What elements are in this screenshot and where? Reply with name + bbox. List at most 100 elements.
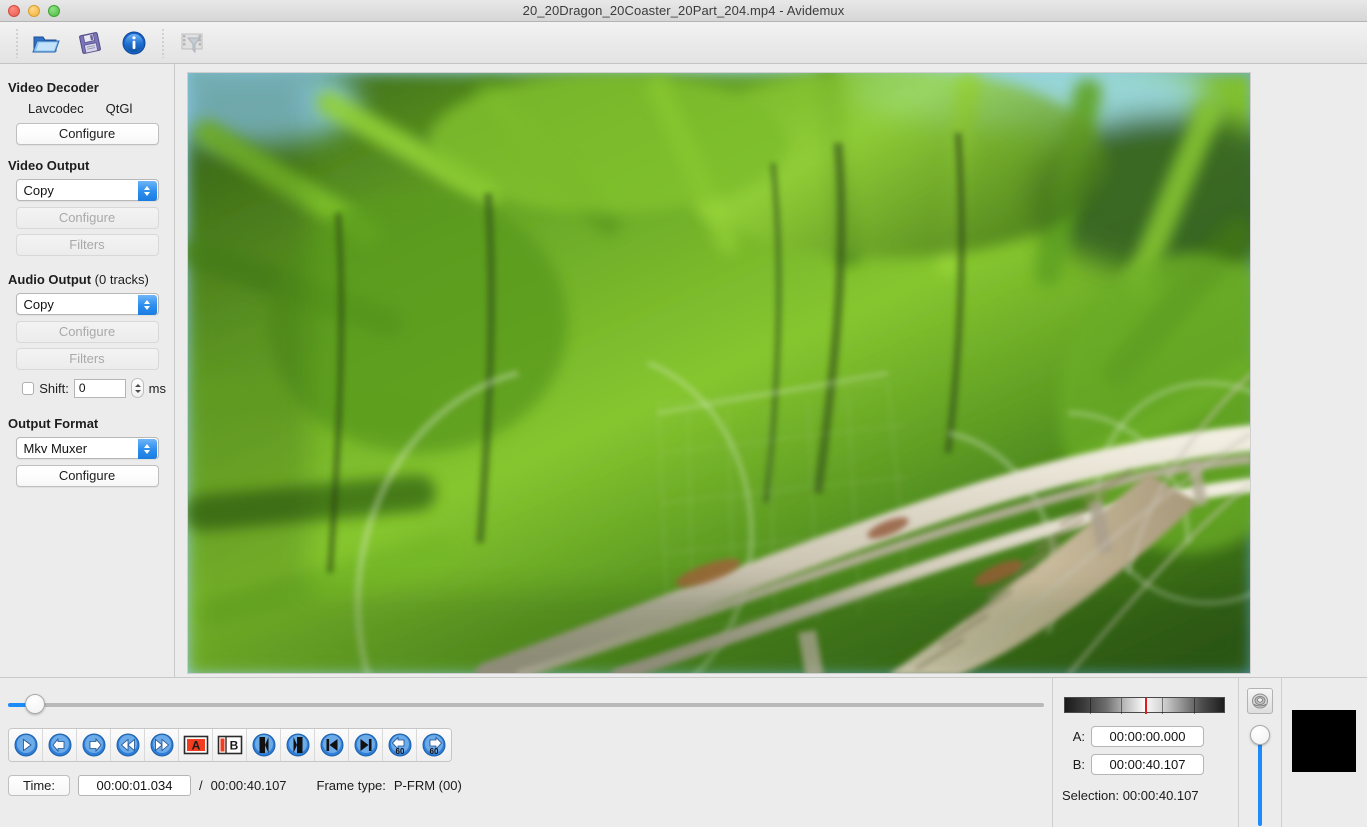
video-decoder-info: Lavcodec QtGl [8,101,166,116]
prev-keyframe-icon [320,733,343,757]
marker-b-input[interactable]: 00:00:40.107 [1091,754,1204,775]
video-decoder-configure-button[interactable]: Configure [15,123,159,145]
volume-slider-track[interactable] [1258,734,1262,826]
svg-text:B: B [229,739,238,753]
marker-a-input[interactable]: 00:00:00.000 [1091,726,1204,747]
back-60-icon: 60 [388,733,411,757]
frame-type-value: P-FRM (00) [393,778,462,793]
decoder-renderer-name: QtGl [105,101,133,116]
rewind-double-icon [116,733,139,757]
seek-slider[interactable] [8,694,1044,716]
previous-keyframe-button[interactable] [315,729,349,761]
forward-button[interactable] [145,729,179,761]
properties-button[interactable] [112,26,156,60]
next-keyframe-icon [354,733,377,757]
bottom-panel: A B 60 60 Time: 00:00:01.034 / 00:00:40.… [0,677,1367,827]
close-window-button[interactable] [8,5,20,17]
video-frame[interactable] [187,72,1251,674]
save-floppy-icon [79,31,101,54]
forward-60-icon: 60 [422,733,446,757]
left-sidebar: Video Decoder Lavcodec QtGl Configure Vi… [0,64,175,677]
arrow-right-circle-icon [82,733,105,757]
save-button[interactable] [68,26,112,60]
audio-output-codec-value: Copy [23,297,54,312]
open-folder-icon [32,36,60,52]
audio-output-heading: Audio Output (0 tracks) [8,272,166,287]
decoder-codec-name: Lavcodec [28,101,84,116]
audio-shift-stepper[interactable] [131,378,144,398]
title-bar: 20_20Dragon_20Coaster_20Part_204.mp4 - A… [0,0,1367,22]
open-folder-button[interactable] [24,26,68,60]
window-controls [8,5,60,17]
next-frame-button[interactable] [77,729,111,761]
playback-toolbar: A B 60 60 [8,728,452,762]
frame-type-label: Frame type: [316,778,386,793]
marker-b-icon: B [217,735,242,755]
time-separator: / [199,778,203,793]
audio-track-count: (0 tracks) [94,272,149,287]
audio-shift-checkbox[interactable] [22,381,35,395]
seek-track [8,703,1044,707]
arrow-left-circle-icon [48,733,71,757]
chevron-updown-icon [137,181,157,201]
video-preview-pane [176,64,1367,677]
marker-a-row: A: 00:00:00.000 [1069,726,1204,747]
video-still-image [188,73,1250,673]
video-output-configure-button[interactable]: Configure [15,207,159,229]
audio-output-codec-select[interactable]: Copy [15,293,159,315]
svg-text:A: A [191,739,200,753]
maximize-window-button[interactable] [48,5,60,17]
previous-frame-button[interactable] [43,729,77,761]
audio-shift-unit: ms [148,380,166,396]
status-row: Time: 00:00:01.034 / 00:00:40.107 Frame … [8,775,462,796]
next-black-frame-button[interactable] [281,729,315,761]
marker-b-row: B: 00:00:40.107 [1069,754,1204,775]
info-icon [122,31,146,54]
window-title: 20_20Dragon_20Coaster_20Part_204.mp4 - A… [522,3,845,18]
video-filter-button[interactable] [170,26,214,60]
set-marker-a-button[interactable]: A [179,729,213,761]
svg-text:60: 60 [430,747,439,756]
previous-black-frame-button[interactable] [247,729,281,761]
time-label: Time: [8,775,70,796]
video-decoder-heading: Video Decoder [8,80,99,95]
video-filter-icon [181,33,203,53]
output-format-configure-button[interactable]: Configure [15,465,159,487]
audio-shift-row: Shift: 0 ms [22,378,166,398]
volume-panel [1238,678,1280,827]
audio-meter-thumbnail [1292,710,1356,772]
marker-a-label: A: [1072,729,1085,744]
mute-toggle-button[interactable] [1247,688,1273,714]
chevron-updown-icon [137,295,157,315]
avidemux-window: 20_20Dragon_20Coaster_20Part_204.mp4 - A… [0,0,1367,827]
toolbar-separator [162,27,164,58]
output-format-muxer-value: Mkv Muxer [23,441,88,456]
back-60-seconds-button[interactable]: 60 [383,729,417,761]
output-format-heading: Output Format [8,416,99,431]
audio-output-configure-button[interactable]: Configure [15,321,159,343]
selection-duration-text: Selection: 00:00:40.107 [1062,788,1199,803]
seek-knob[interactable] [24,694,45,714]
rewind-button[interactable] [111,729,145,761]
play-button[interactable] [9,729,43,761]
main-toolbar [0,22,1367,64]
minimize-window-button[interactable] [28,5,40,17]
output-format-muxer-select[interactable]: Mkv Muxer [15,437,159,459]
set-marker-b-button[interactable]: B [213,729,247,761]
thumbnail-panel [1281,678,1367,827]
audio-output-filters-button[interactable]: Filters [15,348,159,370]
timeline-navigation-bar[interactable] [1064,697,1225,714]
forward-60-seconds-button[interactable]: 60 [417,729,451,761]
forward-double-icon [150,733,173,757]
video-output-filters-button[interactable]: Filters [15,234,159,256]
marker-a-icon: A [183,735,208,755]
total-duration: 00:00:40.107 [210,778,287,793]
next-keyframe-button[interactable] [349,729,383,761]
playhead-marker [1144,698,1147,714]
audio-shift-input[interactable]: 0 [73,378,127,398]
volume-slider-knob[interactable] [1250,725,1270,745]
current-time-input[interactable]: 00:00:01.034 [78,775,191,796]
video-output-codec-select[interactable]: Copy [15,179,159,201]
next-black-frame-icon [286,733,309,757]
prev-black-frame-icon [252,733,275,757]
